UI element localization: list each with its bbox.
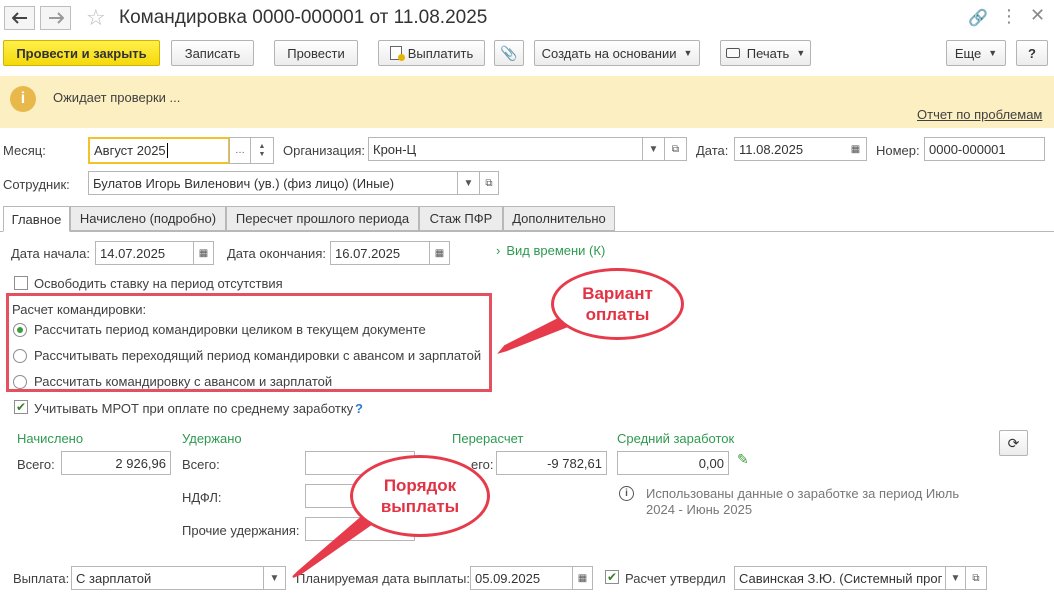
annotation-bubble-payout-order: Порядок выплаты: [350, 455, 490, 537]
annotation-bubble-payment-variant: Вариант оплаты: [551, 268, 684, 340]
annotation-arrows: [292, 310, 580, 578]
